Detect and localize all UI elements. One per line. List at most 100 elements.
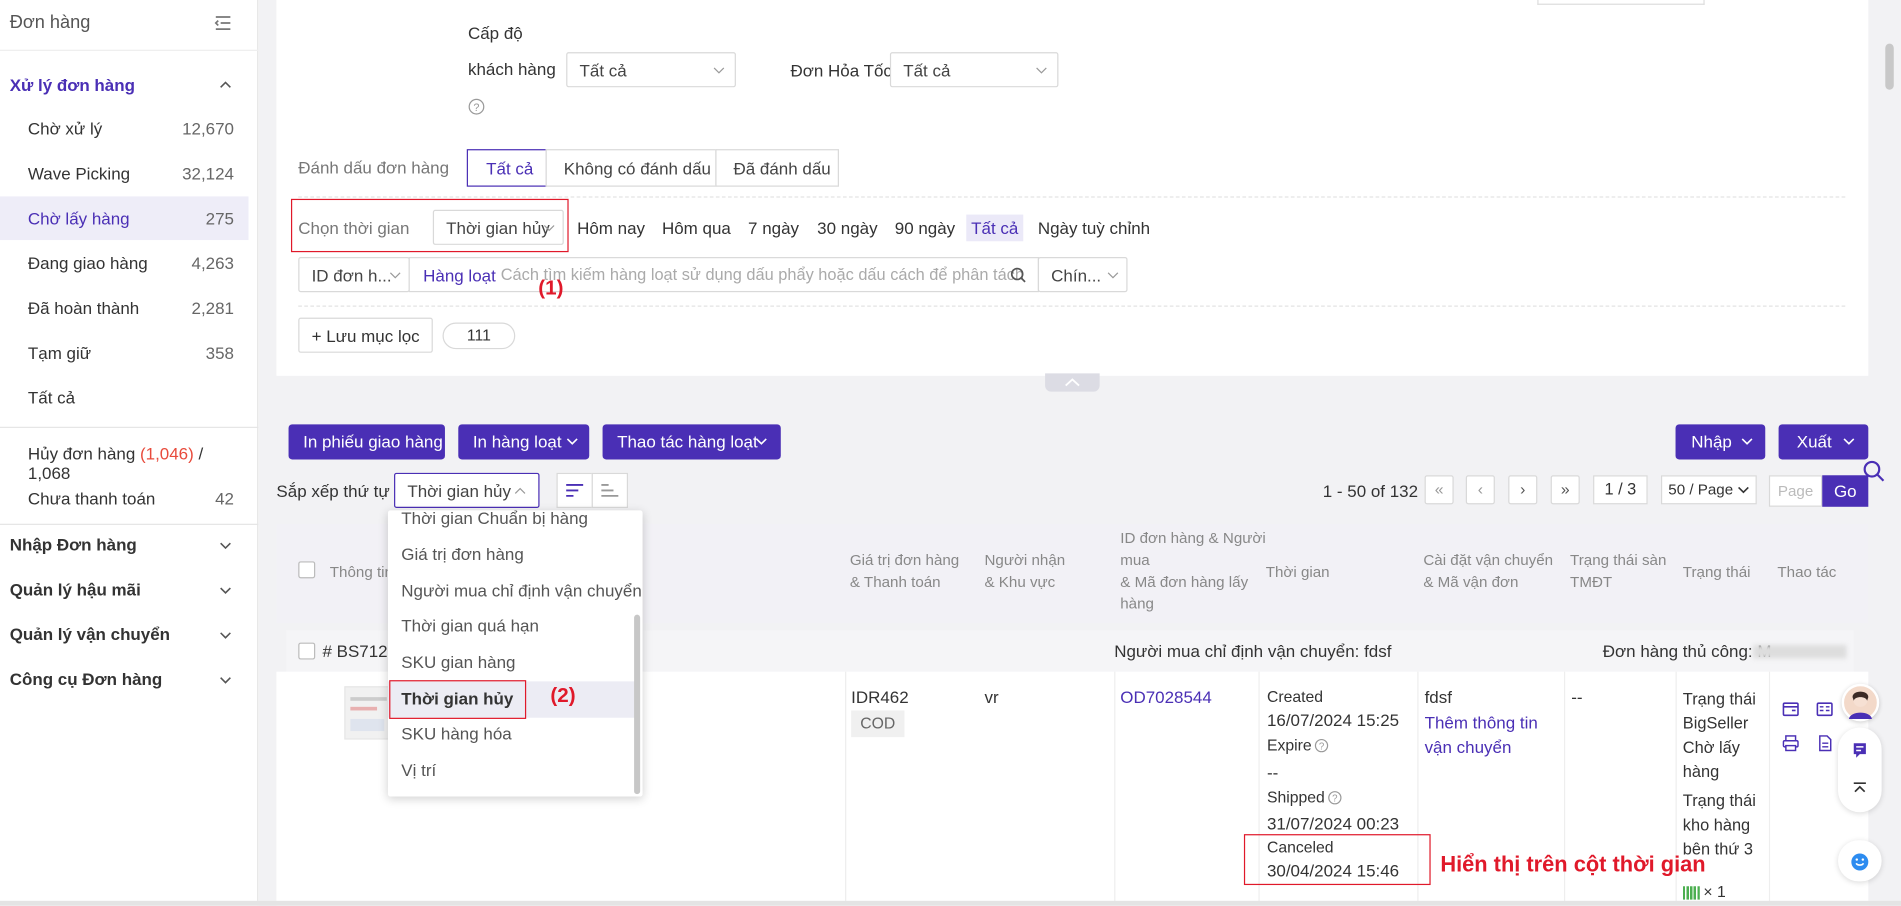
prev-page-icon[interactable]: ‹ [1465,475,1495,505]
collapse-panel-button[interactable] [1045,373,1100,392]
save-filter-button[interactable]: + Lưu mục lọc [298,317,433,353]
search-type-select[interactable]: ID đơn h... [298,257,410,293]
sidebar-item-on-hold[interactable]: Tạm giữ 358 [0,331,249,375]
quick-time-all[interactable]: Tất cả [966,214,1024,242]
sidebar-group-tools[interactable]: Công cụ Đơn hàng [10,669,163,688]
bulk-ops-button[interactable]: Thao tác hàng loạt [602,424,781,460]
sort-select[interactable]: Thời gian hủy [394,472,540,508]
svg-text:?: ? [473,102,479,114]
select-all-checkbox[interactable] [298,561,316,579]
svg-text:?: ? [1332,793,1338,804]
sidebar-item-cancelled[interactable]: Hủy đơn hàng (1,046) / 1,068 [0,432,249,483]
quick-time-90d[interactable]: 90 ngày [895,218,955,237]
header-product: Thông tin [329,563,393,581]
add-shipping-link[interactable]: Thêm thông tin vận chuyển [1425,710,1538,758]
sidebar-group-process[interactable]: Xử lý đơn hàng [10,75,135,94]
feedback-icon[interactable] [1851,742,1868,759]
sidebar-item-count: 12,670 [182,118,234,139]
chat-bubble[interactable] [1837,840,1882,882]
sort-option-prep-time[interactable]: Thời gian Chuẩn bị hàng [388,510,635,537]
bulk-print-button[interactable]: In hàng loạt [458,424,590,460]
row-checkbox[interactable] [298,642,316,660]
sort-option-location[interactable]: Vị trí [388,753,635,789]
sort-option-store-sku[interactable]: SKU gian hàng [388,645,635,681]
sidebar-item-pending[interactable]: Chờ xử lý 12,670 [0,107,249,151]
express-select[interactable]: Tất cả [889,52,1059,88]
support-avatar[interactable] [1841,683,1880,722]
chevron-down-icon[interactable] [218,628,233,643]
chevron-down-icon[interactable] [218,583,233,598]
exact-match-select[interactable]: Chín... [1037,257,1128,293]
header-shipping: Cài đặt vận chuyển & Mã vận đơn [1423,551,1554,591]
quick-time-today[interactable]: Hôm nay [577,218,645,237]
last-page-icon[interactable]: » [1550,475,1580,505]
chevron-down-icon [566,435,578,447]
sidebar-item-shipping[interactable]: Đang giao hàng 4,263 [0,241,249,285]
payment-badge: COD [851,710,905,738]
sidebar-item-count: 275 [205,208,234,228]
magnifier-icon[interactable] [1862,459,1886,483]
mark-option-all[interactable]: Tất cả [466,149,547,187]
order-id-link[interactable]: OD7028544 [1120,687,1212,706]
mark-option-marked[interactable]: Đã đánh dấu [715,149,839,187]
page-jump-input[interactable]: Page [1768,475,1823,507]
document-icon[interactable] [1816,735,1833,752]
search-icon[interactable] [1010,267,1027,284]
per-page-select[interactable]: 50 / Page [1660,475,1757,505]
sidebar-group-import[interactable]: Nhập Đơn hàng [10,535,137,554]
sidebar-item-count: 32,124 [182,163,234,184]
quick-time-yesterday[interactable]: Hôm qua [662,218,731,237]
sort-option-order-value[interactable]: Giá trị đơn hàng [388,537,635,573]
next-page-icon[interactable]: › [1508,475,1538,505]
back-to-top-icon[interactable] [1851,781,1868,798]
sort-desc-icon[interactable] [556,472,593,508]
sidebar-title: Đơn hàng [9,12,91,33]
product-thumbnail[interactable] [344,686,393,740]
sidebar-item-completed[interactable]: Đã hoàn thành 2,281 [0,286,249,330]
chevron-up-icon[interactable] [218,78,233,93]
sidebar-item-label: Tạm giữ [27,343,92,363]
saved-filter-tag[interactable]: 111 [442,322,516,350]
sort-label: Sắp xếp thứ tự [276,481,390,501]
quick-time-30d[interactable]: 30 ngày [817,218,877,237]
bottom-scrollbar[interactable] [0,900,1901,906]
sidebar-group-shipping[interactable]: Quản lý vận chuyển [10,624,170,643]
cancel-count-pending: (1,046) [139,443,194,464]
chevron-down-icon[interactable] [218,538,233,553]
customer-level-select[interactable]: Tất cả [566,52,736,88]
import-button[interactable]: Nhập [1675,424,1766,460]
help-icon[interactable]: ? [1327,790,1342,805]
quick-time-7d[interactable]: 7 ngày [748,218,799,237]
collapse-menu-icon[interactable] [213,13,232,32]
sidebar-item-wave-picking[interactable]: Wave Picking 32,124 [0,152,249,196]
sort-option-overdue[interactable]: Thời gian quá hạn [388,609,635,645]
sidebar-divider [0,426,259,428]
print-delivery-button[interactable]: In phiếu giao hàng [288,424,445,460]
sidebar-item-all[interactable]: Tất cả [0,376,249,420]
help-icon[interactable]: ? [1314,738,1329,753]
detail-icon[interactable] [1816,701,1833,718]
quick-time-custom[interactable]: Ngày tuỳ chỉnh [1038,218,1150,237]
first-page-icon[interactable]: « [1424,475,1454,505]
sort-option-item-sku[interactable]: SKU hàng hóa [388,717,635,753]
sort-option-buyer-shipping[interactable]: Người mua chỉ định vận chuyển [388,573,641,609]
sort-asc-icon[interactable] [591,472,629,508]
batch-search-link[interactable]: Hàng loạt [423,266,496,285]
sidebar-group-aftersales[interactable]: Quản lý hậu mãi [10,580,141,599]
chevron-down-icon [1737,484,1749,496]
sidebar-item-unpaid[interactable]: Chưa thanh toán 42 [0,476,249,520]
chevron-down-icon[interactable] [218,673,233,688]
search-input[interactable]: Hàng loạt Cách tìm kiếm hàng loạt sử dụn… [408,257,1040,293]
export-button[interactable]: Xuất [1778,424,1869,460]
print-icon[interactable] [1782,735,1799,752]
dropdown-scrollbar[interactable] [634,614,641,795]
ship-icon[interactable] [1782,701,1799,718]
help-icon[interactable]: ? [468,98,485,115]
mark-option-none[interactable]: Không có đánh dấu [545,149,717,187]
sidebar-item-awaiting-pickup[interactable]: Chờ lấy hàng 275 [0,196,249,241]
chevron-down-icon [755,435,767,447]
sidebar-item-label: Tất cả [27,387,76,408]
page-scrollbar[interactable] [1885,43,1894,90]
item-qty: × 1 [1703,882,1726,901]
mark-label: Đánh dấu đơn hàng [298,157,450,178]
